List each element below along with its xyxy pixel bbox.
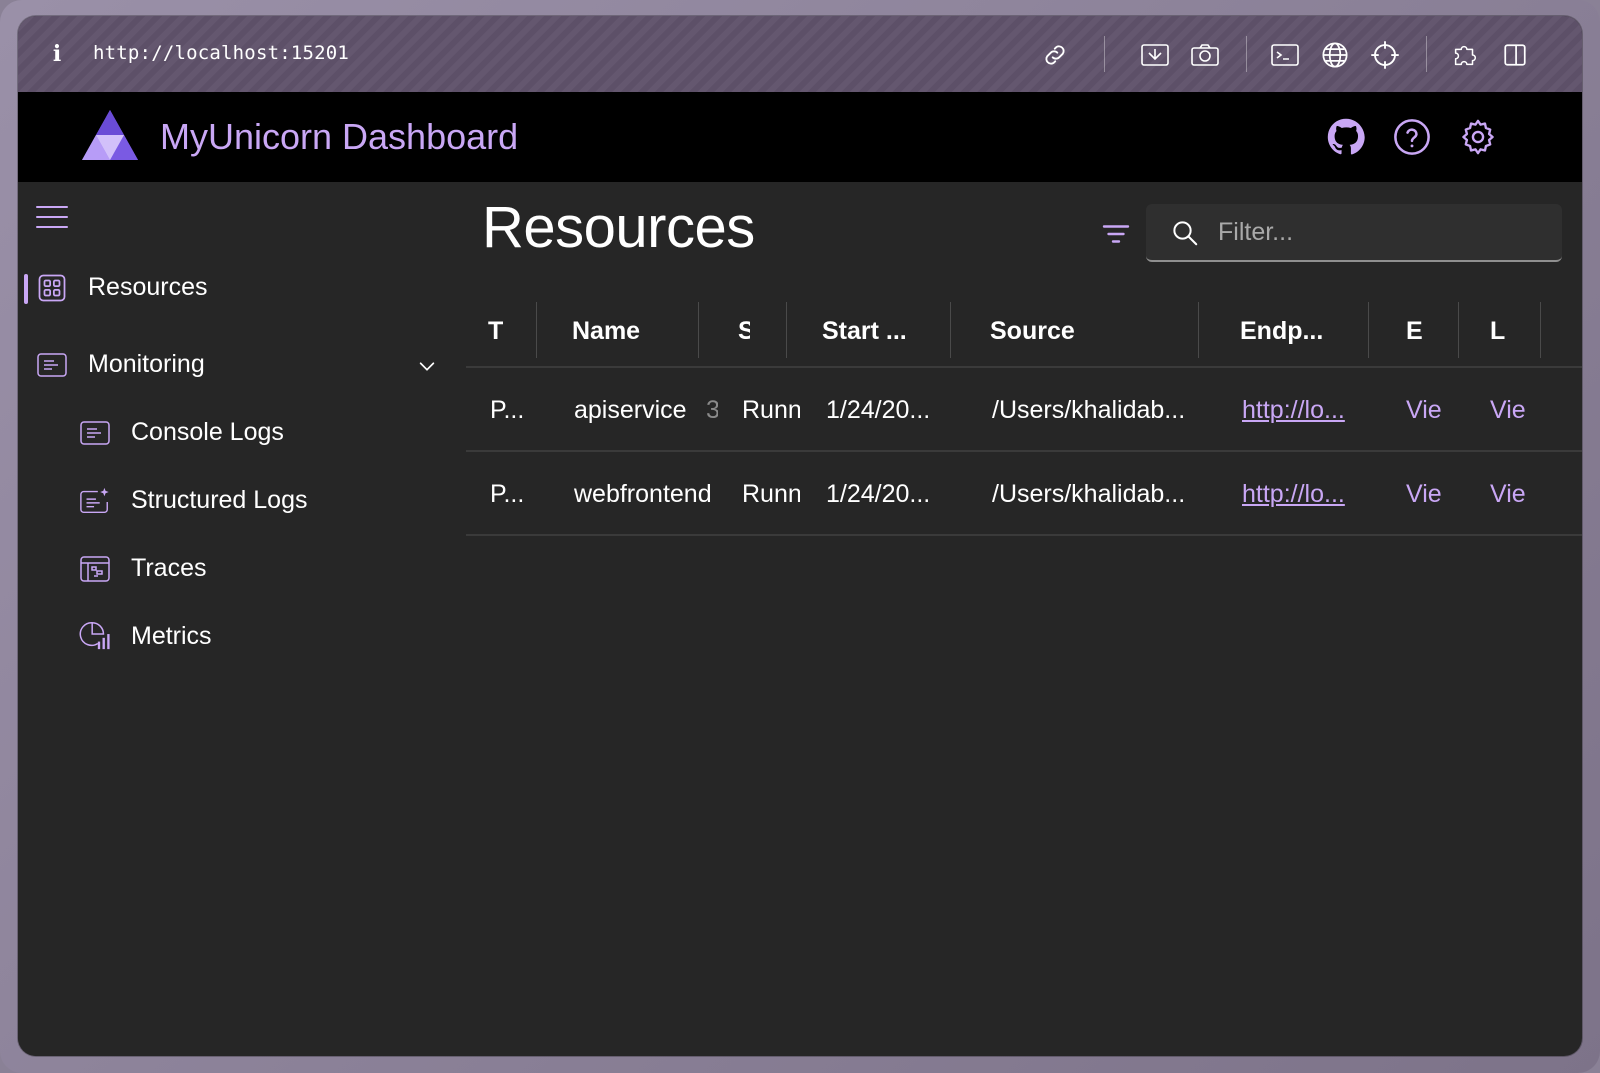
cell-state: Runn xyxy=(742,396,800,424)
sidebar-item-label: Structured Logs xyxy=(131,486,308,514)
sidebar-item-resources[interactable]: Resources xyxy=(18,260,466,316)
chevron-down-icon[interactable] xyxy=(416,355,438,377)
structured-log-icon xyxy=(79,485,111,517)
grid-icon xyxy=(36,272,68,304)
sidebar-item-console-logs[interactable]: Console Logs xyxy=(18,405,466,461)
search-icon xyxy=(1170,218,1200,248)
sidebar-item-monitoring[interactable]: Monitoring xyxy=(18,337,466,393)
browser-toolbar: i http://localhost:15201 xyxy=(18,16,1582,92)
filter-input[interactable] xyxy=(1218,204,1548,260)
cell-start-time: 1/24/20... xyxy=(826,396,931,424)
hamburger-menu-icon[interactable] xyxy=(36,206,68,232)
info-icon[interactable]: i xyxy=(48,40,66,68)
column-resize-handle[interactable] xyxy=(1540,302,1541,358)
settings-gear-icon[interactable] xyxy=(1458,117,1498,157)
view-logs-link[interactable]: Vie xyxy=(1466,368,1582,452)
toolbar-divider xyxy=(1426,36,1427,72)
sidebar-item-label: Resources xyxy=(88,273,208,301)
help-icon[interactable] xyxy=(1392,117,1432,157)
sidebar-item-label: Console Logs xyxy=(131,418,284,446)
sidebar-item-structured-logs[interactable]: Structured Logs xyxy=(18,473,466,529)
cell-source: /Users/khalidab... xyxy=(992,396,1186,424)
endpoint-link[interactable]: http://lo... xyxy=(1218,368,1370,452)
browser-window: i http://localhost:15201 MyUnicorn Dashb… xyxy=(18,16,1582,1056)
column-header-type[interactable]: T xyxy=(466,298,536,368)
cell-name: apiservice xyxy=(574,396,687,424)
cell-name-suffix: 3 xyxy=(706,396,718,424)
toolbar-divider xyxy=(1246,36,1247,72)
column-resize-handle[interactable] xyxy=(786,302,787,358)
column-header-environment[interactable]: E xyxy=(1384,298,1426,368)
sidebar-item-metrics[interactable]: Metrics xyxy=(18,609,466,665)
sidebar-item-label: Metrics xyxy=(131,622,212,650)
column-resize-handle[interactable] xyxy=(1368,302,1369,358)
app-logo-icon xyxy=(80,108,140,162)
console-log-icon xyxy=(79,417,111,449)
sidebar: Resources Monitoring Console Logs Struct… xyxy=(18,182,466,1056)
cell-start-time: 1/24/20... xyxy=(826,480,931,508)
endpoint-link[interactable]: http://lo... xyxy=(1218,452,1370,536)
view-environment-link[interactable]: Vie xyxy=(1382,368,1466,452)
app-header: MyUnicorn Dashboard xyxy=(18,92,1582,182)
grid-header: T Name S Start ... Source Endp... E L xyxy=(466,298,1582,368)
page-title: Resources xyxy=(482,195,755,260)
cell-name: webfrontend xyxy=(574,480,712,508)
link-icon[interactable] xyxy=(1040,40,1070,70)
sidebar-item-label: Traces xyxy=(131,554,207,582)
view-environment-link[interactable]: Vie xyxy=(1382,452,1466,536)
column-resize-handle[interactable] xyxy=(698,302,699,358)
metrics-icon xyxy=(79,619,111,651)
image-icon[interactable] xyxy=(1140,40,1170,70)
url-bar[interactable]: http://localhost:15201 xyxy=(93,42,349,64)
github-icon[interactable] xyxy=(1326,117,1366,157)
column-resize-handle[interactable] xyxy=(1198,302,1199,358)
column-header-endpoints[interactable]: Endp... xyxy=(1218,298,1368,368)
view-logs-link[interactable]: Vie xyxy=(1466,452,1582,536)
log-icon xyxy=(36,349,68,381)
column-resize-handle[interactable] xyxy=(1458,302,1459,358)
table-row[interactable]: P... webfrontend Runn 1/24/20... /Users/… xyxy=(466,452,1582,536)
cell-type: P... xyxy=(490,396,525,424)
globe-icon[interactable] xyxy=(1320,40,1350,70)
table-row[interactable]: P... apiservice 3 Runn 1/24/20... /Users… xyxy=(466,368,1582,452)
column-header-start-time[interactable]: Start ... xyxy=(800,298,950,368)
terminal-icon[interactable] xyxy=(1270,40,1300,70)
active-indicator xyxy=(24,274,28,304)
search-box[interactable] xyxy=(1146,204,1562,262)
sidebar-item-traces[interactable]: Traces xyxy=(18,541,466,597)
sidebar-item-label: Monitoring xyxy=(88,350,205,378)
column-header-logs[interactable]: L xyxy=(1468,298,1510,368)
sidebar-toggle-icon[interactable] xyxy=(1500,40,1530,70)
filter-icon[interactable] xyxy=(1098,216,1134,252)
app-title[interactable]: MyUnicorn Dashboard xyxy=(160,116,518,158)
column-header-state[interactable]: S xyxy=(716,298,750,368)
main-content: Resources T Name S Start ... xyxy=(466,182,1582,1056)
column-resize-handle[interactable] xyxy=(536,302,537,358)
column-header-name[interactable]: Name xyxy=(550,298,698,368)
camera-icon[interactable] xyxy=(1190,40,1220,70)
extensions-icon[interactable] xyxy=(1450,40,1480,70)
screen-frame: i http://localhost:15201 MyUnicorn Dashb… xyxy=(0,0,1600,1073)
cell-source: /Users/khalidab... xyxy=(992,480,1186,508)
cell-type: P... xyxy=(490,480,525,508)
toolbar-divider xyxy=(1104,36,1105,72)
column-header-source[interactable]: Source xyxy=(968,298,1198,368)
column-resize-handle[interactable] xyxy=(950,302,951,358)
crosshair-icon[interactable] xyxy=(1370,40,1400,70)
cell-state: Runn xyxy=(742,480,800,508)
traces-icon xyxy=(79,553,111,585)
